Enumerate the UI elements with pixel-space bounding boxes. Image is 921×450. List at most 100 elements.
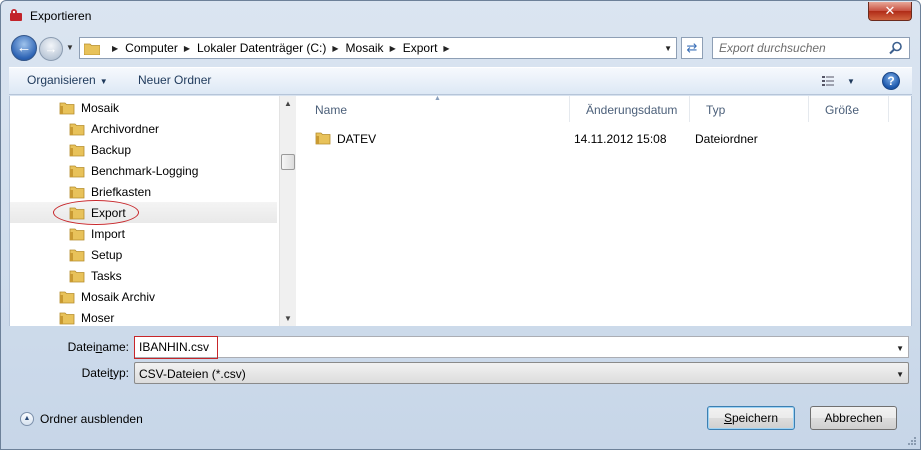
breadcrumb-export[interactable]: Export bbox=[403, 41, 438, 55]
tree-item-moser[interactable]: Moser bbox=[10, 307, 277, 326]
tree-item-label: Mosaik Archiv bbox=[81, 289, 156, 304]
chevron-right-icon[interactable]: ▶ bbox=[332, 44, 338, 53]
filetype-select[interactable]: CSV-Dateien (*.csv) ▼ bbox=[134, 362, 909, 384]
resize-grip-icon[interactable] bbox=[907, 436, 917, 446]
breadcrumb-mosaik[interactable]: Mosaik bbox=[346, 41, 384, 55]
tree-item-label: Setup bbox=[91, 247, 123, 262]
filename-input[interactable] bbox=[135, 337, 875, 357]
scroll-down-icon[interactable]: ▼ bbox=[280, 314, 296, 323]
file-list[interactable]: ▲ Name Änderungsdatum Typ Größe DATEV 14… bbox=[299, 95, 911, 326]
folder-icon bbox=[315, 132, 331, 145]
tree-item-label: Archivordner bbox=[91, 121, 160, 136]
chevron-down-icon[interactable]: ▼ bbox=[896, 344, 904, 353]
tree-item-tasks[interactable]: Tasks bbox=[10, 265, 277, 286]
highlight-annotation bbox=[53, 200, 139, 225]
address-bar[interactable]: ▶ Computer ▶ Lokaler Datenträger (C:) ▶ … bbox=[79, 37, 677, 59]
chevron-down-icon[interactable]: ▼ bbox=[896, 370, 904, 379]
save-button[interactable]: Speichern bbox=[707, 406, 795, 430]
recent-pages-dropdown-icon[interactable]: ▼ bbox=[66, 43, 74, 52]
tree-item-mosaik[interactable]: Mosaik bbox=[10, 97, 277, 118]
tree-item-backup[interactable]: Backup bbox=[10, 139, 277, 160]
export-dialog: Exportieren ✕ ← → ▼ ▶ Computer ▶ Lokaler… bbox=[0, 0, 921, 450]
command-bar: Organisieren ▼ Neuer Ordner ▼ ? bbox=[9, 67, 912, 95]
filetype-label: Dateityp: bbox=[51, 366, 129, 380]
navigation-bar: ← → ▼ ▶ Computer ▶ Lokaler Datenträger (… bbox=[1, 31, 920, 63]
scroll-up-icon[interactable]: ▲ bbox=[280, 99, 296, 108]
app-icon bbox=[10, 9, 22, 21]
chevron-right-icon[interactable]: ▶ bbox=[112, 44, 118, 53]
folder-icon bbox=[59, 291, 75, 303]
tree-item-label: Import bbox=[91, 226, 126, 241]
chevron-right-icon[interactable]: ▶ bbox=[443, 44, 449, 53]
hide-folders-toggle[interactable]: ▲ Ordner ausblenden bbox=[20, 412, 143, 426]
tree-item-label: Briefkasten bbox=[91, 184, 152, 199]
close-button[interactable]: ✕ bbox=[868, 2, 912, 21]
chevron-right-icon[interactable]: ▶ bbox=[184, 44, 190, 53]
content-area: Mosaik Archivordner Backup Benchmark-Log… bbox=[9, 95, 912, 326]
label-part: yp: bbox=[112, 366, 129, 380]
chevron-down-icon: ▼ bbox=[99, 77, 108, 86]
filename-label: Dateiname: bbox=[51, 340, 129, 354]
tree-item-label: Benchmark-Logging bbox=[91, 163, 199, 178]
back-button[interactable]: ← bbox=[11, 35, 37, 61]
tree-item-export[interactable]: Export bbox=[10, 202, 277, 223]
folder-icon bbox=[84, 43, 100, 55]
scroll-thumb[interactable] bbox=[281, 154, 295, 170]
table-row[interactable]: DATEV 14.11.2012 15:08 Dateiordner bbox=[299, 128, 884, 150]
hide-folders-label: Ordner ausblenden bbox=[40, 412, 143, 426]
details-view-icon bbox=[822, 76, 834, 86]
folder-icon bbox=[59, 102, 75, 114]
breadcrumb-drive[interactable]: Lokaler Datenträger (C:) bbox=[197, 41, 326, 55]
tree-item-label: Moser bbox=[81, 310, 115, 325]
search-box[interactable] bbox=[712, 37, 910, 59]
chevron-down-icon: ▼ bbox=[847, 77, 855, 86]
tree-item-mosaik-archiv[interactable]: Mosaik Archiv bbox=[10, 286, 277, 307]
organize-label: Organisieren bbox=[27, 73, 96, 87]
refresh-button[interactable]: ⇄ bbox=[681, 37, 703, 59]
window-title: Exportieren bbox=[30, 9, 92, 23]
tree-item-archivordner[interactable]: Archivordner bbox=[10, 118, 277, 139]
label-part: Datei bbox=[67, 340, 96, 354]
navigation-tree[interactable]: Mosaik Archivordner Backup Benchmark-Log… bbox=[10, 96, 279, 326]
highlight-annotation bbox=[134, 336, 218, 359]
chevron-up-icon: ▲ bbox=[20, 412, 34, 426]
change-view-button[interactable]: ▼ bbox=[821, 73, 861, 91]
filetype-value: CSV-Dateien (*.csv) bbox=[139, 367, 246, 381]
breadcrumb-computer[interactable]: Computer bbox=[125, 41, 178, 55]
column-header-type[interactable]: Typ bbox=[690, 96, 809, 122]
tree-item-setup[interactable]: Setup bbox=[10, 244, 277, 265]
file-name: DATEV bbox=[337, 132, 377, 146]
cancel-button[interactable]: Abbrechen bbox=[810, 406, 897, 430]
label-part: Datei bbox=[81, 366, 110, 380]
label-accesskey: S bbox=[723, 411, 732, 425]
sort-ascending-icon: ▲ bbox=[434, 95, 441, 102]
search-input[interactable] bbox=[713, 38, 883, 58]
chevron-down-icon[interactable]: ▼ bbox=[664, 44, 672, 53]
folder-icon bbox=[69, 144, 85, 156]
tree-item-benchmark-logging[interactable]: Benchmark-Logging bbox=[10, 160, 277, 181]
column-header-name[interactable]: ▲ Name bbox=[299, 95, 570, 122]
tree-scrollbar[interactable]: ▲ ▼ bbox=[279, 96, 296, 326]
folder-icon bbox=[69, 228, 85, 240]
column-label: Name bbox=[315, 103, 348, 117]
folder-icon bbox=[69, 249, 85, 261]
chevron-right-icon[interactable]: ▶ bbox=[390, 44, 396, 53]
title-bar[interactable]: Exportieren ✕ bbox=[1, 1, 920, 31]
folder-icon bbox=[69, 165, 85, 177]
organize-button[interactable]: Organisieren ▼ bbox=[27, 73, 108, 87]
column-header-size[interactable]: Größe bbox=[809, 96, 889, 122]
column-header-date[interactable]: Änderungsdatum bbox=[570, 96, 690, 122]
file-type: Dateiordner bbox=[695, 132, 758, 146]
label-part: ame: bbox=[102, 340, 129, 354]
file-date: 14.11.2012 15:08 bbox=[574, 132, 667, 146]
tree-item-label: Backup bbox=[91, 142, 132, 157]
save-label: peichern bbox=[731, 411, 779, 425]
tree-item-briefkasten[interactable]: Briefkasten bbox=[10, 181, 277, 202]
forward-button[interactable]: → bbox=[39, 37, 63, 61]
search-icon[interactable] bbox=[889, 41, 903, 55]
tree-item-import[interactable]: Import bbox=[10, 223, 277, 244]
new-folder-button[interactable]: Neuer Ordner bbox=[138, 73, 211, 87]
tree-item-label: Tasks bbox=[91, 268, 122, 283]
filename-field[interactable]: ▼ bbox=[134, 336, 909, 359]
help-button[interactable]: ? bbox=[882, 72, 900, 90]
